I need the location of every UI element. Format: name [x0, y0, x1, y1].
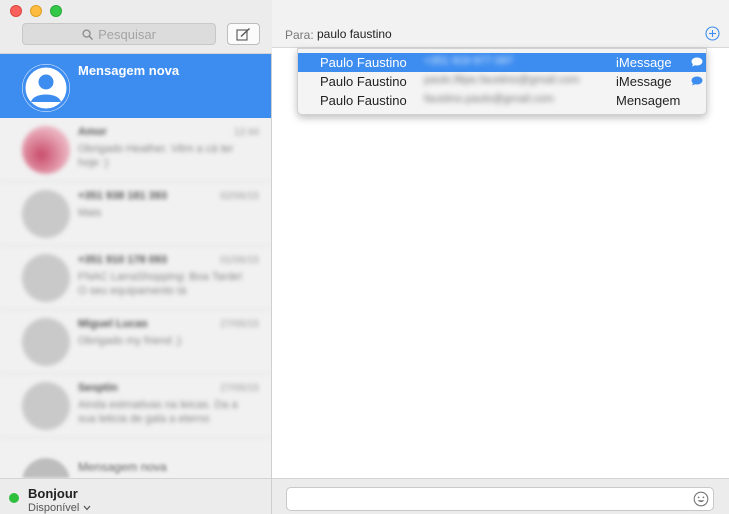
account-name: Bonjour	[28, 486, 78, 501]
conversation-name: +351 938 181 393	[78, 190, 168, 202]
avatar	[22, 254, 70, 302]
conversation-time: 27/05/15	[220, 383, 259, 394]
suggestion-name: Paulo Faustino	[320, 55, 407, 70]
add-recipient-icon[interactable]	[705, 26, 720, 41]
conversation-time: 01/06/15	[220, 255, 259, 266]
conversation-preview: Obrigado my friend ;)	[78, 335, 182, 347]
conversation-time: 02/06/15	[220, 191, 259, 202]
maximize-window-button[interactable]	[50, 5, 62, 17]
conversation-list: Amor 12:44 Obrigado Heather. Vêm a cá te…	[0, 118, 271, 478]
suggestion-item[interactable]: Paulo Faustino +351 919 977 097 iMessage	[298, 53, 706, 72]
availability-label: Disponível	[28, 502, 80, 514]
search-icon	[82, 28, 93, 40]
list-item[interactable]: Mensagem nova	[0, 446, 271, 478]
avatar	[22, 64, 70, 112]
conversation-title: Mensagem nova	[78, 63, 180, 78]
avatar	[22, 190, 70, 238]
suggestion-handle: paulo.filipe.faustino@gmail.com	[424, 74, 580, 86]
suggestion-service: iMessage	[616, 74, 672, 89]
chevron-down-icon	[83, 505, 91, 511]
avatar	[22, 458, 70, 478]
suggestion-item[interactable]: Paulo Faustino faustino.paulo@gmail.com …	[298, 91, 706, 110]
message-pane: Para: paulo faustino Paulo Faustino +351…	[272, 0, 729, 514]
list-item[interactable]: +351 938 181 393 02/06/15 Mais	[0, 182, 271, 246]
suggestion-item[interactable]: Paulo Faustino paulo.filipe.faustino@gma…	[298, 72, 706, 91]
suggestion-service: Mensagem	[616, 93, 681, 108]
availability-menu[interactable]: Disponível	[28, 502, 91, 514]
conversation-new-message[interactable]: Mensagem nova	[0, 54, 271, 118]
conversation-preview: Ainda estmativas na leicas. Da a sua let…	[78, 399, 238, 425]
suggestion-handle: faustino.paulo@gmail.com	[424, 93, 554, 105]
conversation-preview: FNAC LarraShopping: Boa Tarde! O seu equ…	[78, 271, 243, 297]
recipient-bar: Para: paulo faustino	[272, 0, 729, 48]
suggestion-handle: +351 919 977 097	[424, 55, 514, 67]
search-placeholder: Pesquisar	[98, 26, 156, 42]
to-label: Para:	[285, 28, 314, 42]
suggestion-name: Paulo Faustino	[320, 74, 407, 89]
suggestion-service: iMessage	[616, 55, 672, 70]
sidebar: Pesquisar Mensagem nova Amor 12:44 Obrig…	[0, 0, 272, 514]
conversation-time: 12:44	[233, 127, 259, 138]
conversation-name: Mensagem nova	[78, 460, 167, 474]
suggestion-name: Paulo Faustino	[320, 93, 407, 108]
avatar	[22, 318, 70, 366]
sidebar-titlebar: Pesquisar	[0, 0, 272, 54]
message-bubble-icon	[691, 76, 703, 86]
compose-bar	[272, 478, 729, 514]
avatar	[22, 382, 70, 430]
close-window-button[interactable]	[10, 5, 22, 17]
list-item[interactable]: Amor 12:44 Obrigado Heather. Vêm a cá te…	[0, 118, 271, 182]
message-input[interactable]	[286, 487, 714, 511]
list-item[interactable]: +351 910 178 093 01/06/15 FNAC LarraShop…	[0, 246, 271, 310]
recipient-suggestions: Paulo Faustino +351 919 977 097 iMessage…	[297, 48, 707, 115]
list-item[interactable]: Sesptin 27/05/15 Ainda estmativas na lei…	[0, 374, 271, 438]
search-input[interactable]: Pesquisar	[22, 23, 216, 45]
avatar	[22, 126, 70, 174]
person-silhouette-icon	[22, 64, 70, 112]
list-item[interactable]: Miguel Lucas 27/05/15 Obrigado my friend…	[0, 310, 271, 374]
conversation-name: Miguel Lucas	[78, 318, 148, 330]
conversation-name: Amor	[78, 126, 107, 138]
conversation-time: 27/05/15	[220, 319, 259, 330]
status-bar: Bonjour Disponível	[0, 478, 271, 514]
conversation-preview: Obrigado Heather. Vêm a cá ter hoje :)	[78, 143, 234, 169]
compose-button[interactable]	[227, 23, 260, 45]
conversation-name: Sesptin	[78, 382, 118, 394]
message-bubble-icon	[691, 57, 703, 67]
compose-icon	[236, 27, 250, 41]
conversation-name: +351 910 178 093	[78, 254, 168, 266]
recipient-input[interactable]: paulo faustino	[317, 27, 392, 41]
conversation-preview: Mais	[78, 207, 102, 219]
availability-dot-icon	[9, 493, 19, 503]
emoji-icon[interactable]	[693, 491, 709, 507]
minimize-window-button[interactable]	[30, 5, 42, 17]
